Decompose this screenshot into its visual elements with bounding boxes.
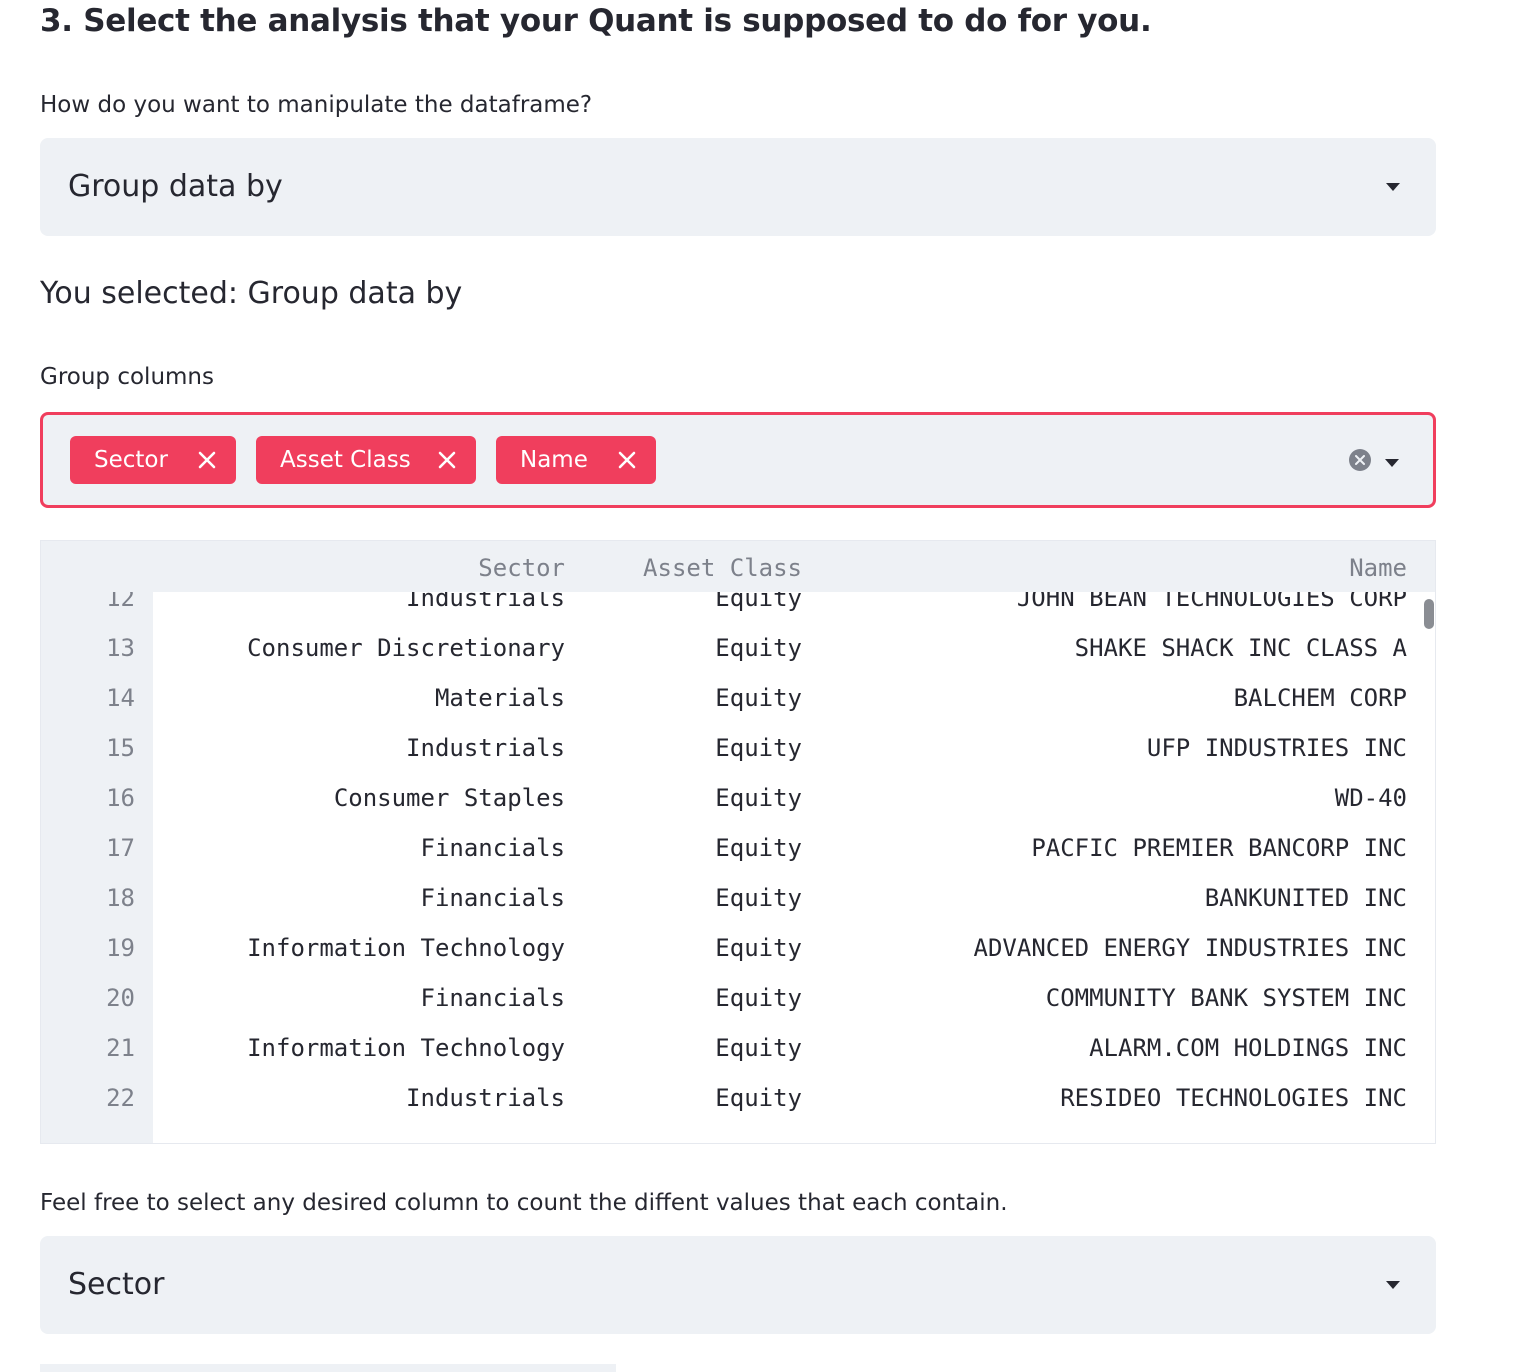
table-row: 20 Financials Equity COMMUNITY BANK SYST… — [41, 984, 1435, 1038]
row-index: 15 — [106, 734, 135, 762]
table-scrollbar[interactable] — [1424, 599, 1434, 629]
cell-asset-class: Equity — [715, 1034, 802, 1062]
cell-asset-class: Equity — [715, 834, 802, 862]
row-index: 17 — [106, 834, 135, 862]
cell-asset-class: Equity — [715, 684, 802, 712]
row-index: 18 — [106, 884, 135, 912]
count-column-select[interactable]: Sector — [40, 1236, 1436, 1334]
cell-asset-class: Equity — [715, 984, 802, 1012]
manipulate-select[interactable]: Group data by — [40, 138, 1436, 236]
tag-label: Sector — [94, 447, 168, 473]
row-index: 14 — [106, 684, 135, 712]
table-row: 18 Financials Equity BANKUNITED INC — [41, 884, 1435, 938]
table-row: 14 Materials Equity BALCHEM CORP — [41, 684, 1435, 738]
table-header: Sector Asset Class Name — [41, 541, 1435, 592]
cell-name: BANKUNITED INC — [1204, 884, 1407, 912]
cell-asset-class: Equity — [715, 634, 802, 662]
group-columns-label: Group columns — [40, 364, 214, 390]
close-icon[interactable] — [436, 436, 458, 484]
cell-name: PACFIC PREMIER BANCORP INC — [1031, 834, 1407, 862]
cell-sector: Consumer Staples — [333, 784, 565, 812]
cell-name: WD-40 — [1334, 784, 1407, 812]
row-index: 20 — [106, 984, 135, 1012]
table-row: 19 Information Technology Equity ADVANCE… — [41, 934, 1435, 988]
table-row: 15 Industrials Equity UFP INDUSTRIES INC — [41, 734, 1435, 788]
row-index: 21 — [106, 1034, 135, 1062]
chevron-down-icon — [1386, 183, 1400, 191]
selected-text: You selected: Group data by — [40, 276, 463, 311]
cell-name: ADVANCED ENERGY INDUSTRIES INC — [973, 934, 1407, 962]
tag-asset-class: Asset Class — [256, 436, 476, 484]
cell-sector: Information Technology — [247, 934, 565, 962]
next-widget-edge — [40, 1364, 616, 1372]
cell-asset-class: Equity — [715, 1084, 802, 1112]
cell-asset-class: Equity — [715, 784, 802, 812]
close-icon[interactable] — [196, 436, 218, 484]
cell-sector: Consumer Discretionary — [247, 634, 565, 662]
clear-circle-icon[interactable] — [1349, 449, 1371, 471]
chevron-down-icon — [1386, 1281, 1400, 1289]
cell-name: BALCHEM CORP — [1233, 684, 1407, 712]
close-icon[interactable] — [616, 436, 638, 484]
cell-name: ALARM.COM HOLDINGS INC — [1089, 1034, 1407, 1062]
cell-asset-class: Equity — [715, 934, 802, 962]
section-heading: 3. Select the analysis that your Quant i… — [40, 3, 1152, 39]
cell-sector: Financials — [420, 834, 566, 862]
manipulate-label: How do you want to manipulate the datafr… — [40, 92, 593, 118]
column-header-name[interactable]: Name — [1349, 553, 1407, 583]
row-index: 22 — [106, 1084, 135, 1112]
cell-name: UFP INDUSTRIES INC — [1146, 734, 1407, 762]
count-label: Feel free to select any desired column t… — [40, 1190, 1008, 1216]
cell-name: SHAKE SHACK INC CLASS A — [1074, 634, 1407, 662]
tag-sector: Sector — [70, 436, 236, 484]
cell-sector: Industrials — [406, 1084, 565, 1112]
tag-name: Name — [496, 436, 656, 484]
row-index: 16 — [106, 784, 135, 812]
cell-name: COMMUNITY BANK SYSTEM INC — [1045, 984, 1407, 1012]
chevron-down-icon[interactable] — [1385, 459, 1399, 467]
manipulate-select-value: Group data by — [68, 169, 283, 204]
cell-asset-class: Equity — [715, 884, 802, 912]
tag-label: Asset Class — [280, 447, 411, 473]
cell-asset-class: Equity — [715, 734, 802, 762]
table-row: 16 Consumer Staples Equity WD-40 — [41, 784, 1435, 838]
cell-sector: Financials — [420, 884, 566, 912]
cell-sector: Materials — [434, 684, 565, 712]
table-row: 22 Industrials Equity RESIDEO TECHNOLOGI… — [41, 1084, 1435, 1138]
dataframe-table[interactable]: 12 Industrials Equity JOHN BEAN TECHNOLO… — [40, 540, 1436, 1144]
cell-sector: Financials — [420, 984, 566, 1012]
row-index: 13 — [106, 634, 135, 662]
column-header-asset-class[interactable]: Asset Class — [643, 553, 802, 583]
group-columns-multiselect[interactable]: Sector Asset Class Name — [40, 412, 1436, 508]
cell-sector: Industrials — [406, 734, 565, 762]
row-index: 19 — [106, 934, 135, 962]
table-row: 21 Information Technology Equity ALARM.C… — [41, 1034, 1435, 1088]
column-header-sector[interactable]: Sector — [478, 553, 565, 583]
tag-label: Name — [520, 447, 588, 473]
count-column-select-value: Sector — [68, 1267, 165, 1302]
table-body: 12 Industrials Equity JOHN BEAN TECHNOLO… — [41, 541, 1435, 1143]
cell-sector: Information Technology — [247, 1034, 565, 1062]
table-row: 13 Consumer Discretionary Equity SHAKE S… — [41, 634, 1435, 688]
table-row: 12 Industrials Equity JOHN BEAN TECHNOLO… — [41, 586, 1435, 638]
cell-name: RESIDEO TECHNOLOGIES INC — [1060, 1084, 1407, 1112]
table-row: 17 Financials Equity PACFIC PREMIER BANC… — [41, 834, 1435, 888]
